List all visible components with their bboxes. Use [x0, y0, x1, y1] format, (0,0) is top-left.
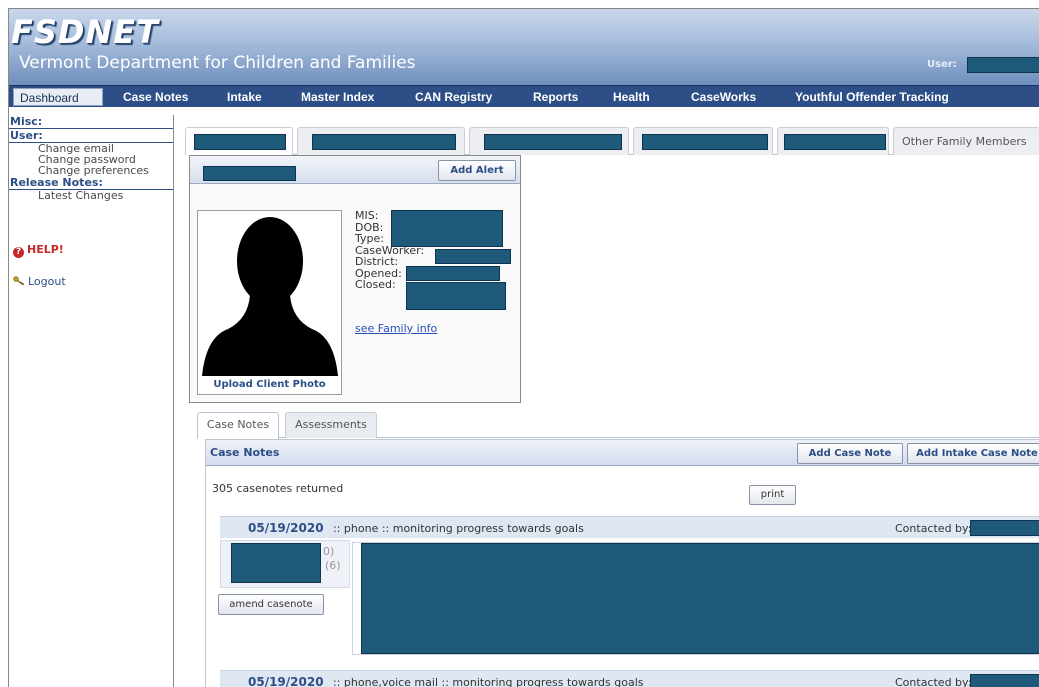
client-caseworker-redacted [435, 249, 511, 264]
client-mis-dob-type-redacted [391, 210, 503, 247]
casenote-contacted-by: Contacted by: [895, 676, 972, 687]
casenote-header: 05/19/2020 :: phone,voice mail :: monito… [220, 670, 1039, 687]
tab-assessments[interactable]: Assessments [285, 412, 377, 438]
amend-casenote-button[interactable]: amend casenote [218, 594, 324, 615]
family-tab-4[interactable] [633, 127, 773, 155]
client-summary-panel: Add Alert Upload Client Photo MIS: DOB: … [189, 155, 521, 403]
add-intake-case-note-button[interactable]: Add Intake Case Note [907, 443, 1039, 464]
nav-caseworks[interactable]: CaseWorks [685, 88, 762, 106]
family-tab-5[interactable] [777, 127, 889, 155]
family-tab-3-redacted [484, 134, 622, 150]
casenote-meta-redacted [231, 543, 321, 583]
casenote-meta: 0) (6) [220, 540, 350, 588]
family-tab-1[interactable] [185, 127, 293, 155]
user-name-redacted [967, 57, 1039, 73]
meta-partial-1: 0) [323, 545, 335, 558]
casenote-header: 05/19/2020 :: phone :: monitoring progre… [220, 516, 1039, 538]
client-photo-frame: Upload Client Photo [197, 210, 342, 395]
upload-client-photo-button[interactable]: Upload Client Photo [198, 379, 341, 390]
sidebar-heading-misc: Misc: [9, 115, 173, 129]
client-header: Add Alert [190, 156, 520, 184]
user-label: User: [927, 59, 957, 70]
client-district-redacted [406, 266, 500, 281]
nav-reports[interactable]: Reports [527, 88, 584, 106]
casenote-date: 05/19/2020 [248, 521, 324, 535]
nav-intake[interactable]: Intake [221, 88, 268, 106]
family-tab-4-redacted [642, 134, 768, 150]
detail-tabs: Case Notes Assessments [197, 412, 1039, 439]
casenote-count: 305 casenotes returned [212, 482, 344, 495]
see-family-info-link[interactable]: see Family info [355, 322, 437, 335]
casenote-description: :: phone :: monitoring progress towards … [333, 522, 584, 535]
add-alert-button[interactable]: Add Alert [438, 160, 516, 181]
case-notes-title: Case Notes [210, 446, 280, 459]
help-icon: ? [13, 247, 24, 258]
client-silhouette-icon [202, 217, 338, 376]
header-banner: FSDNET Vermont Department for Children a… [9, 9, 1039, 85]
sidebar-heading-release-notes: Release Notes: [9, 176, 173, 190]
print-button[interactable]: print [749, 485, 796, 505]
key-icon [13, 276, 24, 286]
tab-other-family-members[interactable]: Other Family Members [893, 127, 1039, 155]
nav-health[interactable]: Health [607, 88, 656, 106]
family-tab-2[interactable] [297, 127, 465, 155]
casenote-contacted-by: Contacted by: [895, 522, 972, 535]
family-tab-5-redacted [784, 134, 886, 150]
sidebar-link-latest-changes[interactable]: Latest Changes [9, 190, 173, 201]
sidebar-heading-user: User: [9, 129, 173, 143]
nav-case-notes[interactable]: Case Notes [117, 88, 194, 106]
nav-can-registry[interactable]: CAN Registry [409, 88, 498, 106]
app-frame: FSDNET Vermont Department for Children a… [8, 8, 1039, 687]
case-notes-header: Case Notes Add Case Note Add Intake Case… [206, 440, 1039, 466]
department-title: Vermont Department for Children and Fami… [19, 53, 416, 73]
logout-label: Logout [28, 275, 66, 288]
tab-other-family-members-label: Other Family Members [902, 135, 1027, 148]
add-case-note-button[interactable]: Add Case Note [797, 443, 903, 464]
nav-master-index[interactable]: Master Index [295, 88, 380, 106]
family-tab-3[interactable] [469, 127, 629, 155]
contact-name-redacted [970, 674, 1039, 687]
case-notes-panel: Case Notes Add Case Note Add Intake Case… [205, 439, 1039, 687]
family-tab-1-redacted [194, 134, 286, 150]
sidebar: Misc: User: Change email Change password… [9, 115, 174, 687]
tab-case-notes[interactable]: Case Notes [197, 412, 279, 439]
family-member-tabs: Other Family Members [185, 127, 1039, 155]
nav-youthful-offender-tracking[interactable]: Youthful Offender Tracking [789, 88, 955, 106]
casenote-date: 05/19/2020 [248, 675, 324, 687]
nav-dashboard[interactable]: Dashboard [13, 88, 103, 106]
casenote-body-redacted [361, 543, 1039, 654]
client-name-redacted [203, 166, 296, 181]
client-dates-redacted [406, 282, 506, 310]
logout-link[interactable]: Logout [13, 275, 66, 288]
casenote-body [352, 542, 1039, 655]
app-logo: FSDNET [11, 13, 159, 51]
help-label: HELP! [27, 243, 64, 256]
help-link[interactable]: ? HELP! [13, 243, 64, 258]
sidebar-link-change-preferences[interactable]: Change preferences [9, 165, 173, 176]
casenote-description: :: phone,voice mail :: monitoring progre… [333, 676, 644, 687]
contact-name-redacted [970, 520, 1039, 536]
main-nav: Dashboard Case Notes Intake Master Index… [9, 85, 1039, 107]
family-tab-2-redacted [312, 134, 456, 150]
meta-partial-2: (6) [325, 559, 341, 572]
